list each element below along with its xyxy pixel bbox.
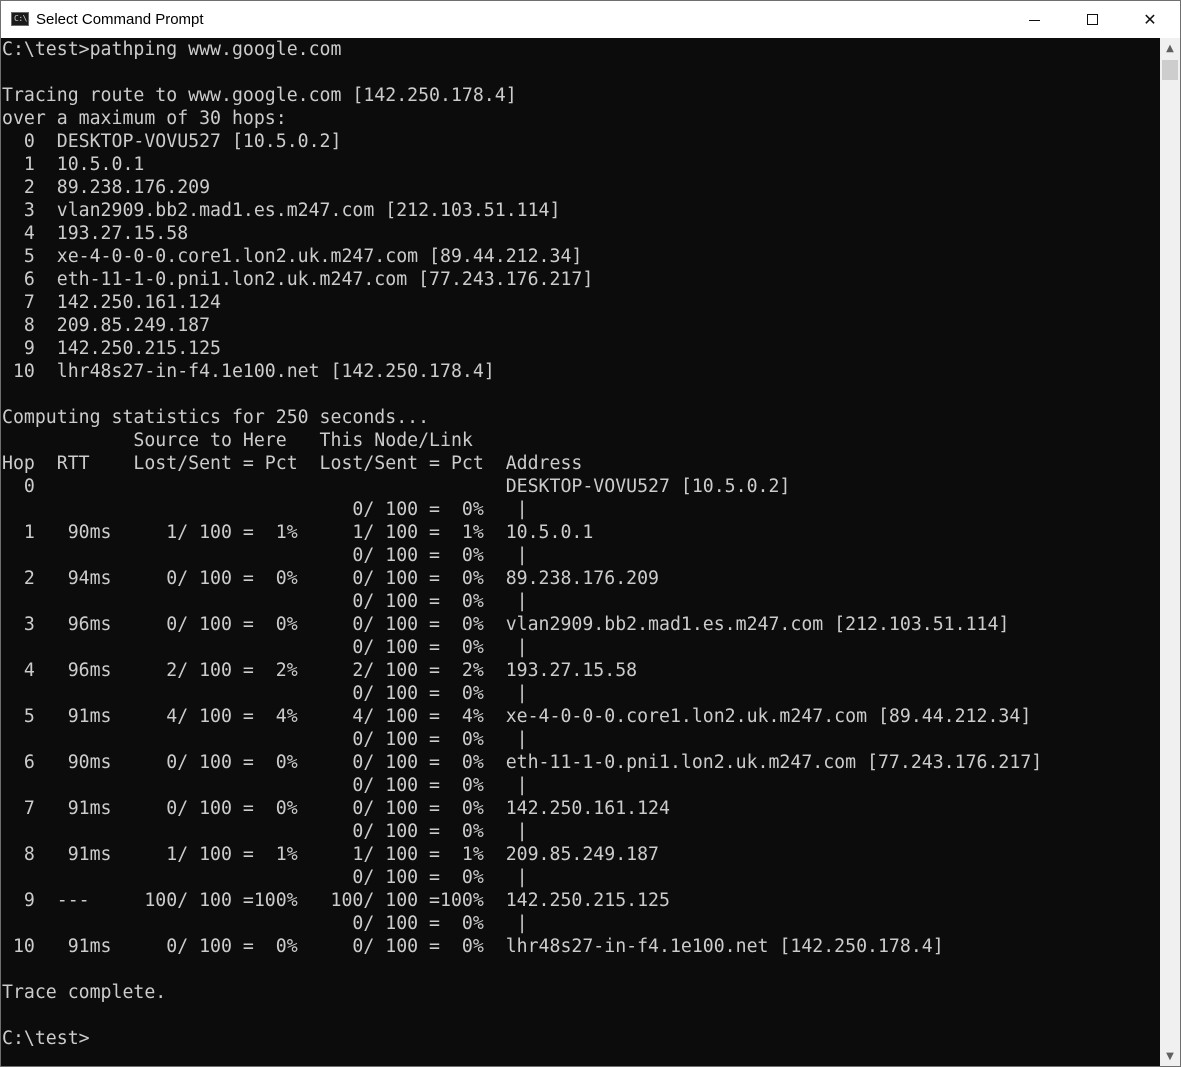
console-line: Tracing route to www.google.com [142.250… <box>2 85 517 106</box>
console-line: 0/ 100 = 0% | <box>2 913 528 934</box>
console-line: 1 10.5.0.1 <box>2 154 145 175</box>
console-line: 4 193.27.15.58 <box>2 223 189 244</box>
console-line: 6 90ms 0/ 100 = 0% 0/ 100 = 0% eth-11-1-… <box>2 752 1043 773</box>
console-line: 0/ 100 = 0% | <box>2 867 528 888</box>
console-line: 3 vlan2909.bb2.mad1.es.m247.com [212.103… <box>2 200 561 221</box>
console-line: 4 96ms 2/ 100 = 2% 2/ 100 = 2% 193.27.15… <box>2 660 638 681</box>
console-line: 9 --- 100/ 100 =100% 100/ 100 =100% 142.… <box>2 890 670 911</box>
maximize-button[interactable] <box>1063 1 1121 38</box>
console-line: C:\test> <box>2 1028 90 1049</box>
console-line: 0/ 100 = 0% | <box>2 637 528 658</box>
window-title: Select Command Prompt <box>36 11 204 28</box>
title-bar[interactable]: C:\. Select Command Prompt ✕ <box>1 1 1180 38</box>
console-line: 2 89.238.176.209 <box>2 177 211 198</box>
console-line: 7 91ms 0/ 100 = 0% 0/ 100 = 0% 142.250.1… <box>2 798 670 819</box>
console-line: 10 91ms 0/ 100 = 0% 0/ 100 = 0% lhr48s27… <box>2 936 944 957</box>
chevron-up-icon: ▲ <box>1166 42 1174 54</box>
minimize-icon <box>1028 19 1040 21</box>
console-line: 0/ 100 = 0% | <box>2 683 528 704</box>
chevron-down-icon: ▼ <box>1166 1050 1174 1062</box>
console-output[interactable]: C:\test>pathping www.google.com Tracing r… <box>1 38 1160 1066</box>
minimize-button[interactable] <box>1005 1 1063 38</box>
console-line: 0/ 100 = 0% | <box>2 591 528 612</box>
console-line: 0 DESKTOP-VOVU527 [10.5.0.2] <box>2 476 791 497</box>
scroll-up-button[interactable]: ▲ <box>1160 38 1180 58</box>
console-line: C:\test>pathping www.google.com <box>2 39 342 60</box>
console-line: 1 90ms 1/ 100 = 1% 1/ 100 = 1% 10.5.0.1 <box>2 522 594 543</box>
console-line: 0/ 100 = 0% | <box>2 729 528 750</box>
console-line: 7 142.250.161.124 <box>2 292 221 313</box>
console-line: 9 142.250.215.125 <box>2 338 221 359</box>
console-line: 8 91ms 1/ 100 = 1% 1/ 100 = 1% 209.85.24… <box>2 844 659 865</box>
console-line: Computing statistics for 250 seconds... <box>2 407 430 428</box>
console-line: 0/ 100 = 0% | <box>2 499 528 520</box>
console-line: 0/ 100 = 0% | <box>2 775 528 796</box>
cmd-icon[interactable]: C:\. <box>11 12 32 26</box>
console-line: Hop RTT Lost/Sent = Pct Lost/Sent = Pct … <box>2 453 583 474</box>
console-line: 5 xe-4-0-0-0.core1.lon2.uk.m247.com [89.… <box>2 246 583 267</box>
scroll-down-button[interactable]: ▼ <box>1160 1046 1180 1066</box>
console-line: Source to Here This Node/Link <box>2 430 473 451</box>
console-line: 0/ 100 = 0% | <box>2 821 528 842</box>
console-line: 6 eth-11-1-0.pni1.lon2.uk.m247.com [77.2… <box>2 269 594 290</box>
console-line: 0 DESKTOP-VOVU527 [10.5.0.2] <box>2 131 342 152</box>
command-prompt-window: C:\. Select Command Prompt ✕ C:\test>pat… <box>0 0 1181 1067</box>
console-line: Trace complete. <box>2 982 167 1003</box>
console-line: 2 94ms 0/ 100 = 0% 0/ 100 = 0% 89.238.17… <box>2 568 659 589</box>
console-line: over a maximum of 30 hops: <box>2 108 287 129</box>
maximize-icon <box>1086 14 1098 25</box>
console-lines: C:\test>pathping www.google.com Tracing r… <box>1 38 1160 1050</box>
console-line: 10 lhr48s27-in-f4.1e100.net [142.250.178… <box>2 361 495 382</box>
vertical-scrollbar[interactable]: ▲ ▼ <box>1160 38 1180 1066</box>
console-line: 8 209.85.249.187 <box>2 315 211 336</box>
console-line: 5 91ms 4/ 100 = 4% 4/ 100 = 4% xe-4-0-0-… <box>2 706 1032 727</box>
close-button[interactable]: ✕ <box>1121 1 1179 38</box>
console-line: 3 96ms 0/ 100 = 0% 0/ 100 = 0% vlan2909.… <box>2 614 1010 635</box>
cmd-icon-glyph: C:\. <box>14 14 32 23</box>
console-line: 0/ 100 = 0% | <box>2 545 528 566</box>
close-icon: ✕ <box>1143 10 1157 29</box>
scroll-thumb[interactable] <box>1162 60 1178 80</box>
